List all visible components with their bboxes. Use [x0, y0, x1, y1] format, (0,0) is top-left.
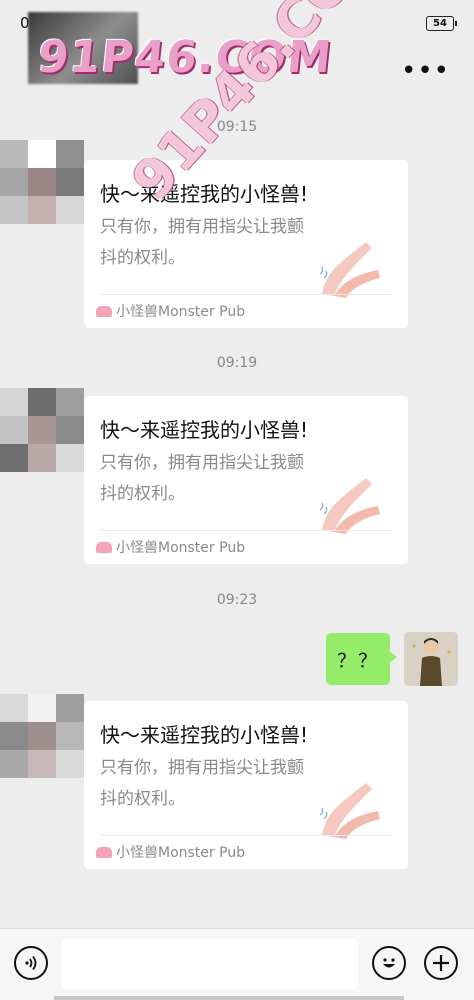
battery-icon: 54 — [426, 16, 457, 31]
message-time: 09:23 — [216, 592, 258, 608]
sender-avatar[interactable] — [0, 388, 84, 500]
card-divider — [100, 835, 392, 836]
card-description: 只有你，拥有用指尖让我颤抖的权利。 — [100, 217, 304, 268]
home-indicator — [54, 996, 404, 1000]
my-message-bubble[interactable]: ？？ — [326, 633, 397, 685]
card-source-label: 小怪兽Monster Pub — [116, 540, 246, 556]
link-card[interactable]: 快～来遥控我的小怪兽! 只有你，拥有用指尖让我颤抖的权利。 小怪兽Monster… — [84, 160, 408, 328]
card-divider — [100, 294, 392, 295]
plus-sign-icon — [433, 955, 449, 971]
legs-thumbnail-icon — [319, 242, 380, 298]
link-card[interactable]: 快～来遥控我的小怪兽! 只有你，拥有用指尖让我颤抖的权利。 小怪兽Monster… — [84, 396, 408, 564]
voice-wave-icon — [25, 955, 37, 971]
card-source: 小怪兽Monster Pub — [96, 537, 245, 557]
message-time: 09:15 — [216, 119, 258, 135]
my-avatar[interactable] — [404, 632, 458, 686]
card-title: 快～来遥控我的小怪兽! — [100, 723, 309, 747]
mini-program-icon — [96, 846, 112, 858]
mini-program-icon — [96, 305, 112, 317]
person-avatar-icon — [404, 632, 458, 686]
sender-avatar[interactable] — [0, 140, 84, 252]
voice-icon[interactable] — [14, 946, 48, 980]
card-title: 快～来遥控我的小怪兽! — [100, 418, 309, 442]
card-description: 只有你，拥有用指尖让我颤抖的权利。 — [100, 758, 304, 809]
card-source-label: 小怪兽Monster Pub — [116, 845, 246, 861]
card-title: 快～来遥控我的小怪兽! — [100, 182, 309, 206]
plus-icon[interactable] — [424, 946, 458, 980]
card-divider — [100, 530, 392, 531]
sender-avatar[interactable] — [0, 694, 84, 806]
card-source: 小怪兽Monster Pub — [96, 301, 245, 321]
watermark-logo: 91P46.COM — [35, 32, 335, 83]
card-description: 只有你，拥有用指尖让我颤抖的权利。 — [100, 453, 304, 504]
more-dots-icon[interactable]: ••• — [401, 56, 450, 86]
legs-thumbnail-icon — [319, 783, 380, 839]
card-source: 小怪兽Monster Pub — [96, 842, 245, 862]
legs-thumbnail-icon — [319, 478, 380, 534]
link-card[interactable]: 快～来遥控我的小怪兽! 只有你，拥有用指尖让我颤抖的权利。 小怪兽Monster… — [84, 701, 408, 869]
card-source-label: 小怪兽Monster Pub — [116, 304, 246, 320]
smile-face-icon — [383, 958, 395, 968]
emoji-icon[interactable] — [372, 946, 406, 980]
input-bar — [0, 928, 474, 1000]
message-input[interactable] — [62, 939, 358, 989]
message-time: 09:19 — [216, 355, 258, 371]
mini-program-icon — [96, 541, 112, 553]
